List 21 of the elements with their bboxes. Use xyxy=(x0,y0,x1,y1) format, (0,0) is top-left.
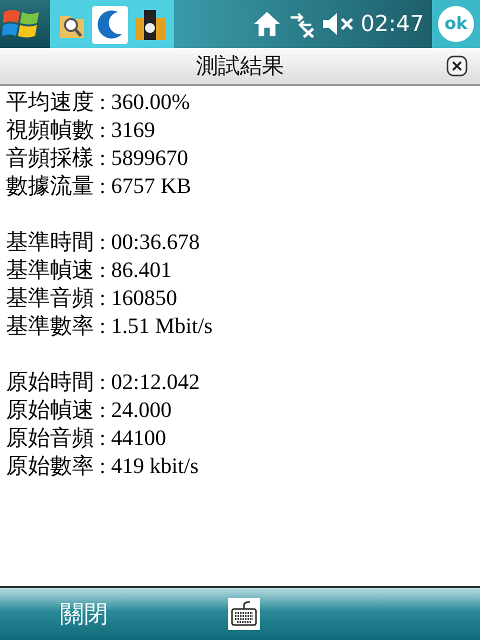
result-line: 基準音頻 : 160850 xyxy=(6,284,178,312)
ok-button[interactable]: ok xyxy=(438,6,474,42)
crescent-app-icon[interactable] xyxy=(92,4,128,44)
clock-time[interactable]: 02:47 xyxy=(360,12,424,36)
window-title: 測試結果 xyxy=(196,52,284,80)
result-line: 視頻幀數 : 3169 xyxy=(6,116,156,144)
result-line: 基準時間 : 00:36.678 xyxy=(6,228,201,256)
result-line: 原始音頻 : 44100 xyxy=(6,424,168,452)
result-line: 原始數率 : 419 kbit/s xyxy=(6,452,200,480)
result-line: 數據流量 : 6757 KB xyxy=(6,172,192,200)
result-line: 基準數率 : 1.51 Mbit/s xyxy=(6,312,214,340)
close-icon[interactable] xyxy=(446,55,468,77)
result-line: 基準幀速 : 86.401 xyxy=(6,256,173,284)
keyboard-icon[interactable] xyxy=(228,598,260,630)
result-line: 音頻採樣 : 5899670 xyxy=(6,144,190,172)
result-line: 原始幀速 : 24.000 xyxy=(6,396,173,424)
close-softkey[interactable]: 關閉 xyxy=(60,598,108,630)
speaker-muted-icon[interactable] xyxy=(320,10,355,38)
home-icon[interactable] xyxy=(252,10,281,38)
result-line: 原始時間 : 02:12.042 xyxy=(6,368,201,396)
result-line: 平均速度 : 360.00% xyxy=(6,88,191,116)
